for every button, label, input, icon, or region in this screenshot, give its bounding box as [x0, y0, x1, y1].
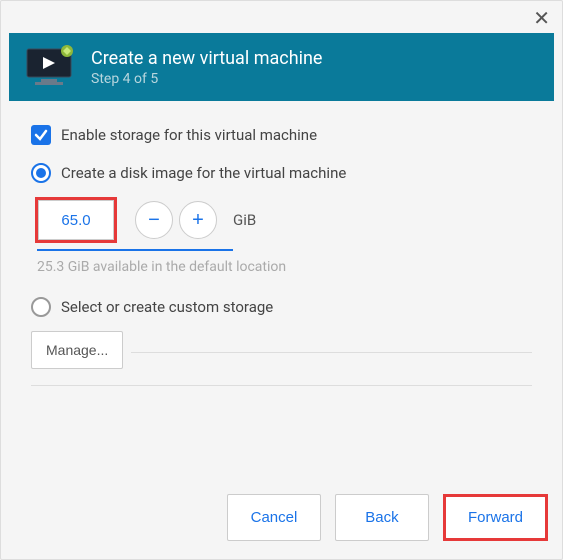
- manage-button[interactable]: Manage...: [31, 331, 123, 369]
- enable-storage-label: Enable storage for this virtual machine: [61, 126, 317, 144]
- back-button[interactable]: Back: [335, 494, 429, 541]
- highlight-forward: Forward: [443, 494, 548, 541]
- divider: [131, 352, 532, 353]
- forward-button[interactable]: Forward: [446, 497, 545, 538]
- plus-icon: +: [192, 209, 204, 232]
- wizard-title: Create a new virtual machine: [91, 48, 322, 69]
- custom-storage-label: Select or create custom storage: [61, 298, 273, 316]
- unit-label: GiB: [233, 211, 256, 229]
- highlight-size-input: [35, 197, 117, 243]
- close-icon: ✕: [533, 8, 550, 30]
- create-disk-radio[interactable]: [31, 163, 51, 183]
- increase-button[interactable]: +: [179, 201, 217, 239]
- create-disk-label: Create a disk image for the virtual mach…: [61, 164, 346, 182]
- decrease-button[interactable]: −: [135, 201, 173, 239]
- input-underline: [37, 249, 233, 251]
- available-hint: 25.3 GiB available in the default locati…: [37, 259, 532, 275]
- disk-size-input[interactable]: [38, 200, 114, 240]
- wizard-footer: Cancel Back Forward: [1, 476, 562, 559]
- monitor-icon: [25, 45, 77, 89]
- wizard-header: Create a new virtual machine Step 4 of 5: [9, 33, 554, 101]
- custom-storage-radio[interactable]: [31, 297, 51, 317]
- close-button[interactable]: ✕: [533, 9, 550, 29]
- enable-storage-checkbox[interactable]: [31, 125, 51, 145]
- new-vm-dialog: ✕ Create a new virtual machine Step 4 of…: [0, 0, 563, 560]
- minus-icon: −: [148, 209, 160, 232]
- disk-size-stepper: − + GiB: [35, 197, 532, 243]
- cancel-button[interactable]: Cancel: [227, 494, 321, 541]
- titlebar: ✕: [1, 1, 562, 33]
- check-icon: [34, 128, 48, 142]
- wizard-step: Step 4 of 5: [91, 71, 322, 87]
- wizard-content: Enable storage for this virtual machine …: [1, 101, 562, 476]
